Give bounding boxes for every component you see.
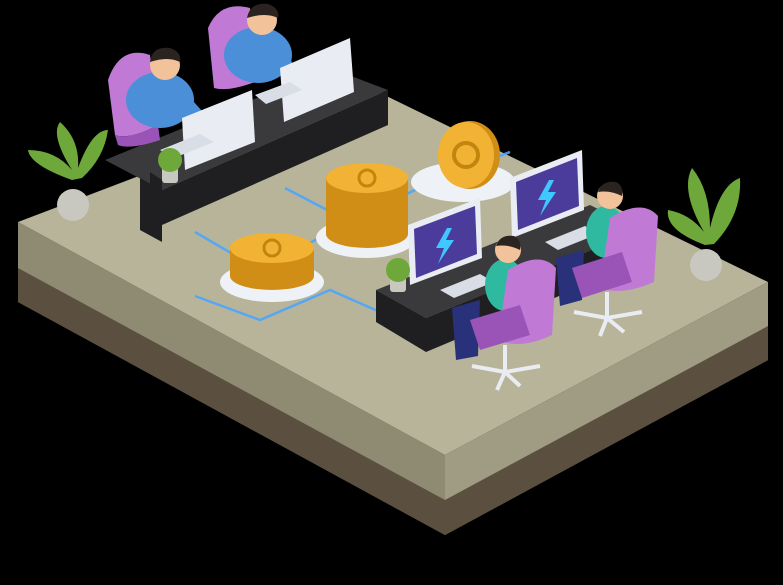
plant-bush bbox=[386, 258, 410, 282]
coin-face bbox=[438, 122, 494, 188]
plant-leaves bbox=[28, 122, 108, 180]
coin-stack-middle bbox=[316, 163, 416, 258]
isometric-office-scene bbox=[18, 3, 768, 535]
coin-top bbox=[326, 163, 408, 193]
coin-stack-left bbox=[220, 233, 324, 302]
plant-bush bbox=[158, 148, 182, 172]
coin-stack-bottom bbox=[230, 262, 314, 290]
desk-leg-right bbox=[150, 172, 162, 236]
plant-leaves bbox=[667, 168, 741, 245]
plant-pot bbox=[57, 189, 89, 221]
coin-top bbox=[230, 233, 314, 263]
coin-stack-bottom bbox=[326, 220, 408, 248]
plant-pot bbox=[690, 249, 722, 281]
